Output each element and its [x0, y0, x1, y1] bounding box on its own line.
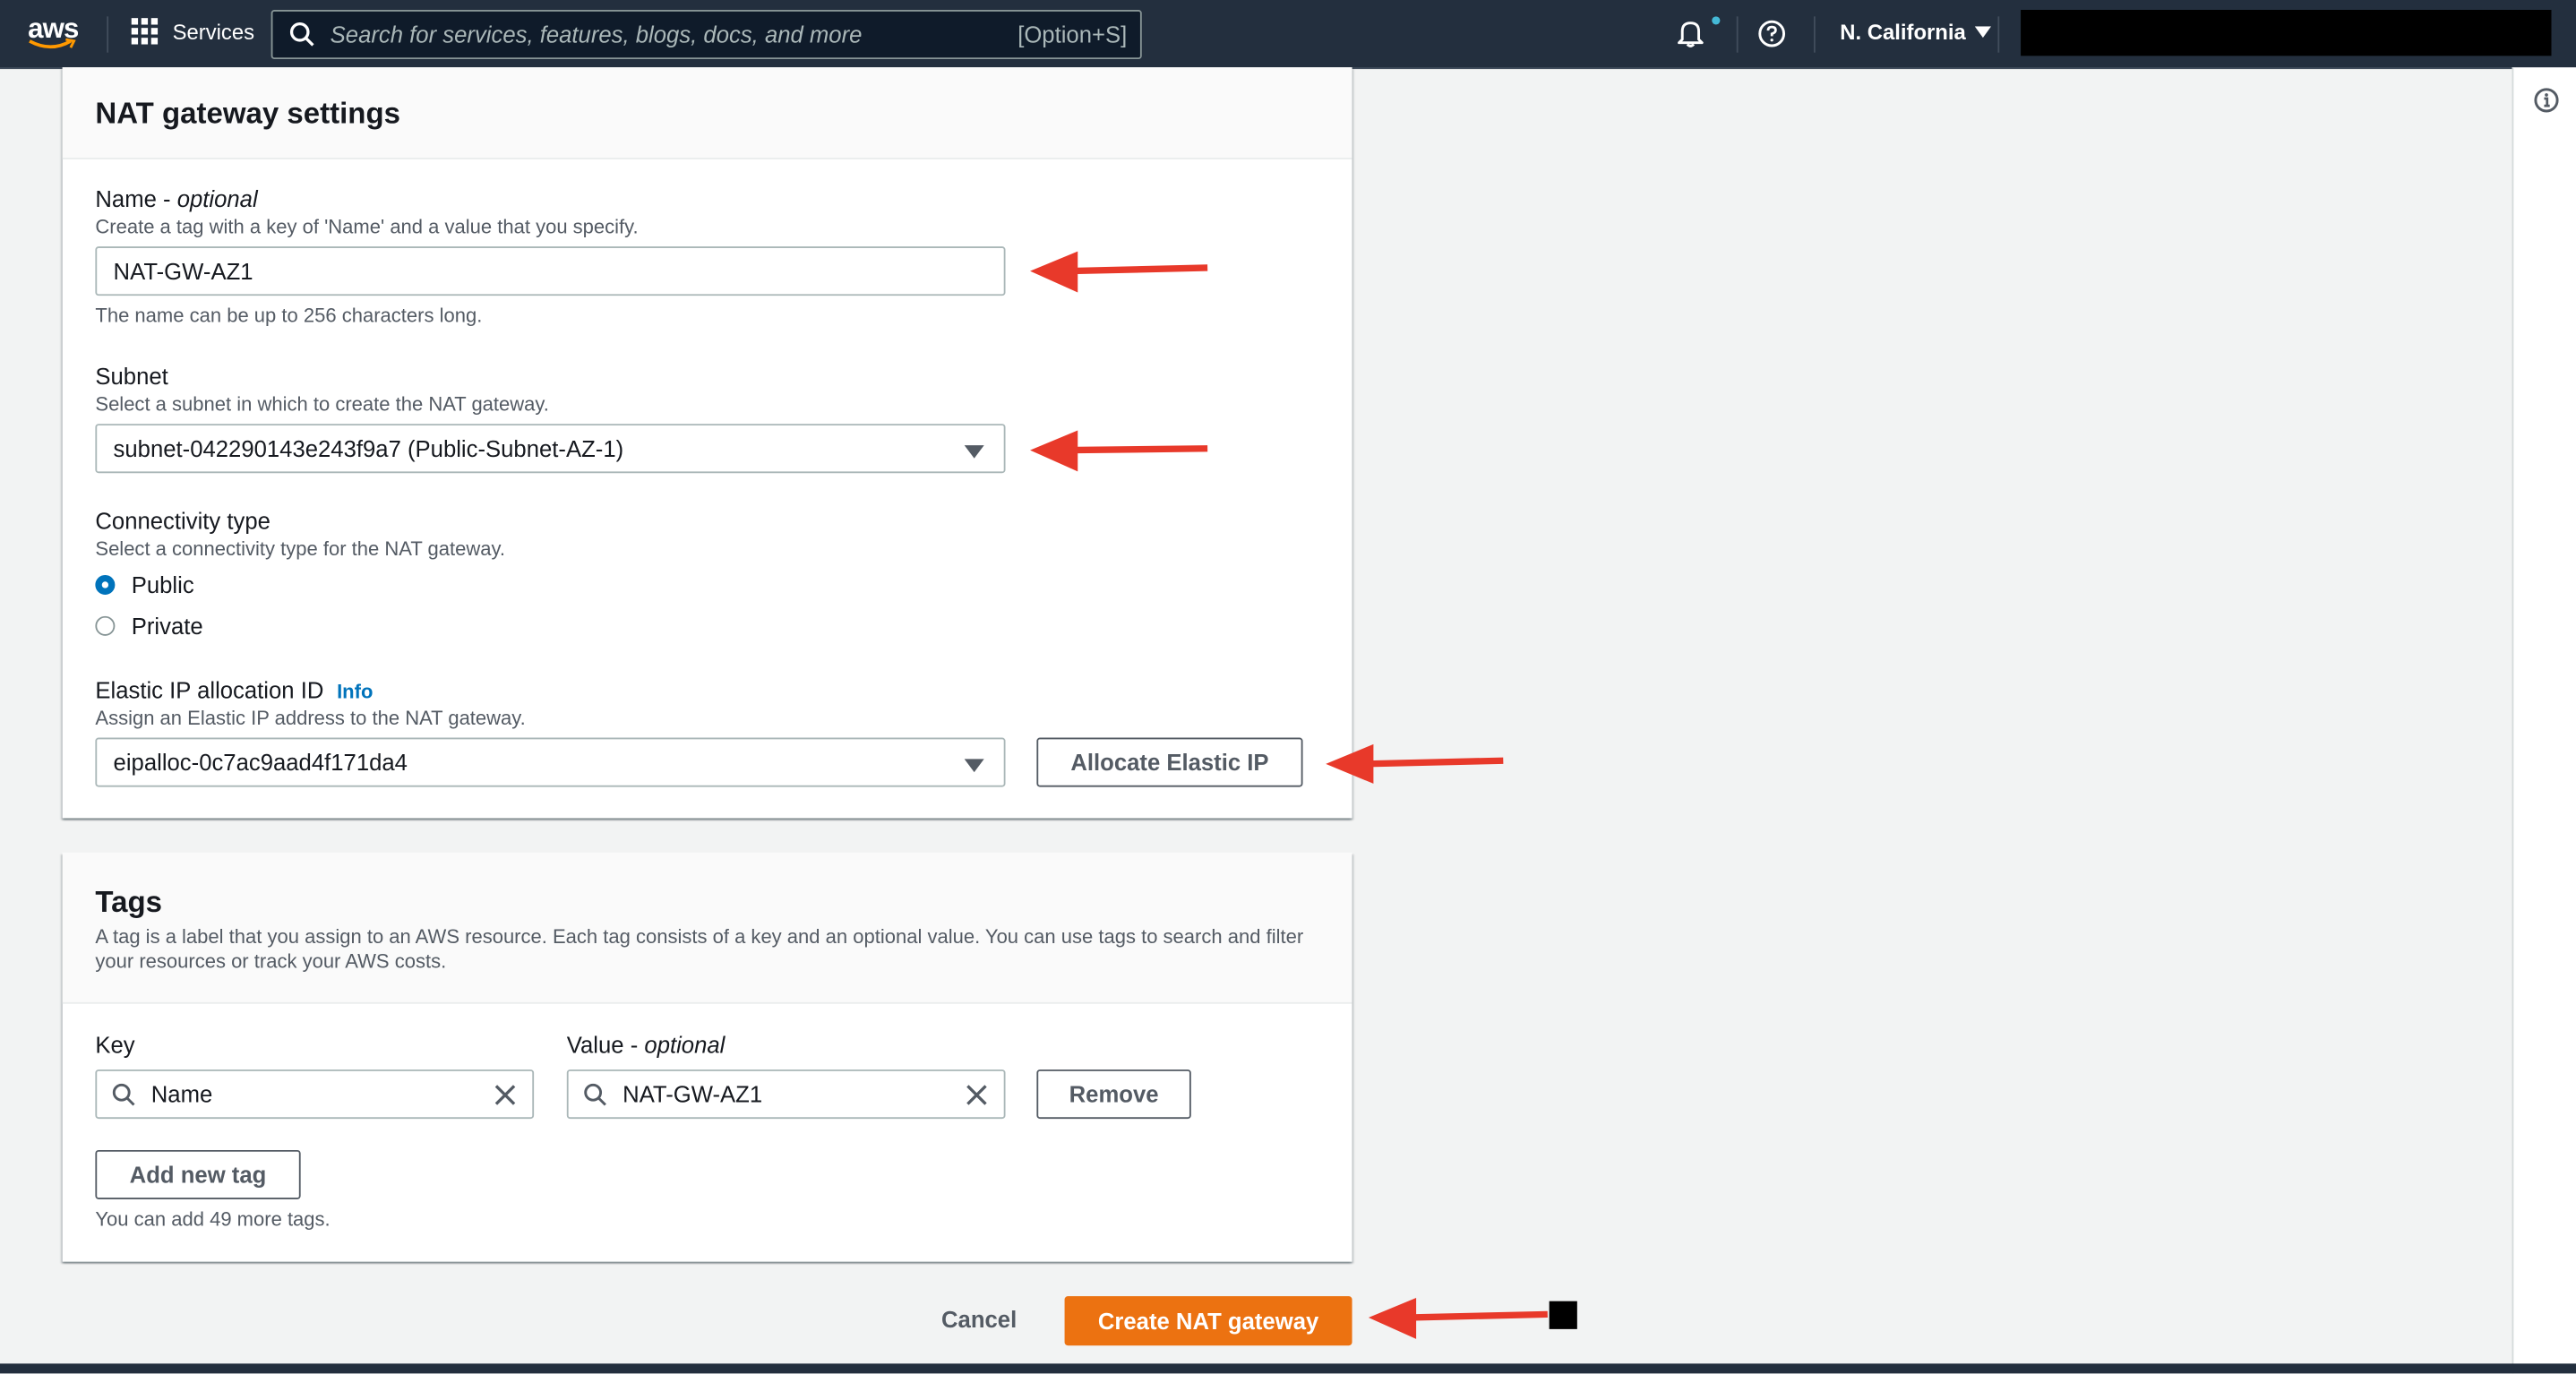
- grid-icon: [131, 18, 159, 45]
- name-input[interactable]: NAT-GW-AZ1: [95, 246, 1006, 296]
- help-icon[interactable]: [1758, 20, 1786, 47]
- subnet-select-value: subnet-042290143e243f9a7 (Public-Subnet-…: [113, 435, 624, 462]
- panel-title: Tags: [95, 885, 163, 919]
- tag-value-label: Value - optional: [567, 1032, 726, 1058]
- annotation-arrow-icon: [1368, 1298, 1548, 1339]
- eip-allocation-select[interactable]: eipalloc-0c7ac9aad4f171da4: [95, 737, 1006, 787]
- account-menu-redacted[interactable]: [2021, 10, 2552, 56]
- help-panel-rail: [2512, 67, 2576, 1374]
- eip-label-text: Elastic IP allocation ID: [95, 676, 324, 704]
- radio-option-public[interactable]: Public: [95, 571, 194, 598]
- tag-value-input[interactable]: NAT-GW-AZ1: [566, 1069, 1006, 1120]
- eip-select-value: eipalloc-0c7ac9aad4f171da4: [113, 749, 408, 776]
- allocate-elastic-ip-button[interactable]: Allocate Elastic IP: [1036, 737, 1303, 787]
- subnet-field-label: Subnet: [95, 363, 168, 390]
- remove-tag-button[interactable]: Remove: [1036, 1069, 1191, 1120]
- name-field-label: Name - optional: [95, 185, 257, 211]
- annotation-arrow-icon: [1030, 251, 1208, 293]
- name-field-hint: The name can be up to 256 characters lon…: [95, 304, 483, 328]
- aws-logo[interactable]: aws: [28, 15, 81, 51]
- eip-field-description: Assign an Elastic IP address to the NAT …: [95, 706, 526, 730]
- panel-header: NAT gateway settings: [62, 67, 1352, 159]
- radio-label: Public: [131, 571, 194, 598]
- search-shortcut: [Option+S]: [1018, 21, 1128, 48]
- services-menu-button[interactable]: Services: [131, 18, 255, 45]
- tag-key-value: Name: [150, 1080, 213, 1108]
- caret-down-icon: [1973, 25, 1991, 38]
- search-icon: [112, 1083, 135, 1106]
- search-input[interactable]: Search for services, features, blogs, do…: [270, 10, 1142, 60]
- redaction-box: [1549, 1301, 1577, 1329]
- connectivity-type-label: Connectivity type: [95, 507, 270, 535]
- notification-dot: [1712, 16, 1721, 25]
- search-placeholder: Search for services, features, blogs, do…: [330, 21, 863, 48]
- connectivity-type-description: Select a connectivity type for the NAT g…: [95, 537, 505, 561]
- tags-description: A tag is a label that you assign to an A…: [95, 924, 1304, 973]
- divider: [1736, 16, 1739, 53]
- top-navigation-bar: aws Services Search for services, featur…: [0, 0, 2576, 70]
- tag-value-value: NAT-GW-AZ1: [623, 1080, 763, 1108]
- annotation-arrow-icon: [1326, 743, 1504, 784]
- bottom-edge-bar: [0, 1363, 2576, 1374]
- caret-down-icon: [964, 759, 984, 773]
- eip-field-label: Elastic IP allocation ID Info: [95, 677, 373, 703]
- radio-button-selected[interactable]: [95, 574, 116, 595]
- cancel-button[interactable]: Cancel: [941, 1306, 1017, 1332]
- divider: [107, 16, 109, 53]
- value-label-text: Value -: [566, 1031, 645, 1059]
- add-new-tag-button[interactable]: Add new tag: [95, 1149, 301, 1199]
- divider: [1813, 16, 1816, 53]
- panel-title: NAT gateway settings: [95, 97, 401, 130]
- panel-header: Tags A tag is a label that you assign to…: [62, 852, 1352, 1004]
- name-input-value: NAT-GW-AZ1: [113, 257, 253, 285]
- info-link[interactable]: Info: [337, 680, 373, 703]
- optional-label: optional: [644, 1031, 726, 1059]
- info-icon[interactable]: [2533, 87, 2559, 113]
- clear-icon[interactable]: [494, 1085, 516, 1106]
- create-nat-gateway-button[interactable]: Create NAT gateway: [1064, 1296, 1352, 1346]
- optional-label: optional: [176, 185, 258, 212]
- aws-smile-icon: [29, 38, 76, 49]
- services-label: Services: [172, 19, 255, 44]
- clear-icon[interactable]: [966, 1085, 988, 1106]
- region-label: N. California: [1840, 20, 1966, 45]
- subnet-field-description: Select a subnet in which to create the N…: [95, 392, 549, 416]
- caret-down-icon: [964, 445, 984, 459]
- subnet-select[interactable]: subnet-042290143e243f9a7 (Public-Subnet-…: [95, 424, 1006, 474]
- annotation-arrow-icon: [1030, 430, 1208, 472]
- radio-label: Private: [131, 613, 203, 640]
- notifications-bell-icon[interactable]: [1676, 18, 1705, 47]
- tag-key-input[interactable]: Name: [95, 1069, 535, 1120]
- divider: [1997, 16, 2000, 53]
- radio-option-private[interactable]: Private: [95, 613, 203, 640]
- tag-key-label: Key: [95, 1031, 135, 1059]
- search-icon: [289, 21, 314, 47]
- name-label-text: Name -: [95, 185, 177, 212]
- radio-button[interactable]: [95, 615, 116, 636]
- region-selector[interactable]: N. California: [1840, 20, 1991, 45]
- name-field-description: Create a tag with a key of 'Name' and a …: [95, 215, 639, 238]
- tags-remaining-hint: You can add 49 more tags.: [95, 1207, 331, 1231]
- search-icon: [584, 1083, 606, 1106]
